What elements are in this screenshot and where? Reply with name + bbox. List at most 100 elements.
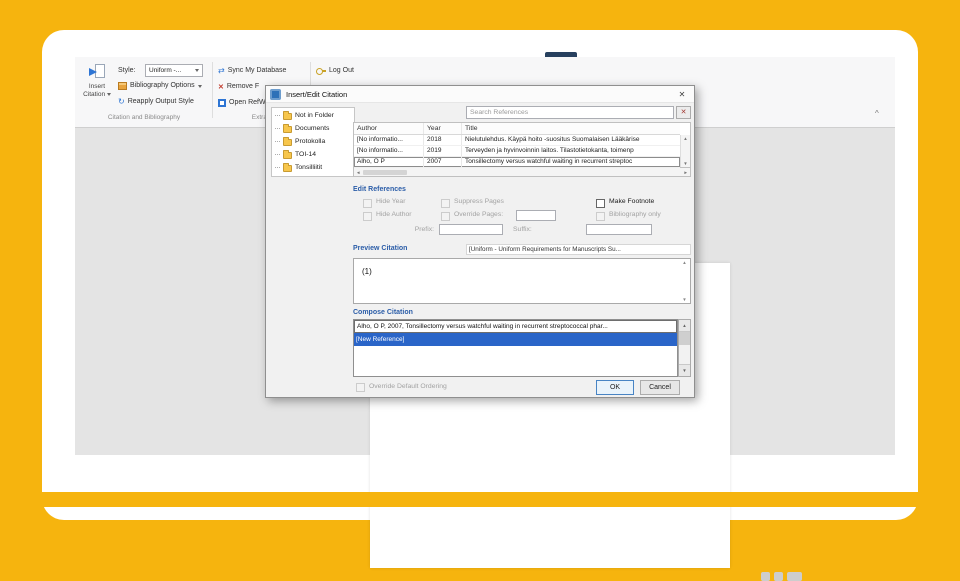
table-horizontal-scrollbar[interactable]: ◄ ► [353, 168, 691, 177]
folder-tree: Not in Folder Documents Protokolla TOI-1… [271, 107, 355, 177]
cell-title: Terveyden ja hyvinvoinnin laitos. Tilast… [465, 147, 634, 154]
override-default-ordering-checkbox [356, 383, 365, 392]
edit-references-label: Edit References [353, 186, 406, 193]
scroll-down-icon[interactable]: ▼ [681, 161, 690, 166]
style-dropdown[interactable]: Uniform -... [145, 64, 203, 77]
table-row[interactable]: [No informatio... 2018 Nielutulehdus. Kä… [354, 135, 680, 146]
override-pages-label: Override Pages: [454, 211, 504, 218]
scrollbar-thumb[interactable] [679, 332, 690, 345]
insert-citation-icon [88, 64, 106, 80]
folder-icon [283, 123, 292, 133]
table-row-selected[interactable]: Alho, O P 2007 Tonsillectomy versus watc… [354, 157, 680, 168]
preview-scrollbar[interactable]: ▲ ▼ [680, 260, 689, 302]
tree-line [275, 167, 280, 168]
make-footnote-label: Make Footnote [609, 198, 655, 205]
scroll-left-icon[interactable]: ◄ [356, 170, 360, 175]
status-icon [787, 572, 802, 581]
hide-author-checkbox [363, 212, 372, 221]
tree-line [275, 128, 280, 129]
folder-icon [283, 136, 292, 146]
group-label-citation-and-bibliography: Citation and Bibliography [107, 114, 181, 121]
close-icon[interactable]: ✕ [670, 86, 694, 103]
cell-year: 2007 [424, 157, 462, 167]
suppress-pages-checkbox [441, 199, 450, 208]
column-header-title[interactable]: Title [462, 123, 680, 134]
scroll-down-icon[interactable]: ▼ [680, 297, 689, 302]
citation-list-item[interactable]: Alho, O P, 2007, Tonsillectomy versus wa… [354, 320, 677, 333]
scroll-up-icon[interactable]: ▲ [681, 136, 690, 141]
prefix-input[interactable] [439, 224, 503, 235]
bibliography-options-button[interactable]: Bibliography Options [118, 81, 202, 91]
status-icons [761, 572, 802, 581]
folder-item-not-in-folder[interactable]: Not in Folder [272, 109, 354, 122]
log-out-button[interactable]: Log Out [316, 66, 354, 76]
tree-line [275, 154, 280, 155]
folder-label: Not in Folder [295, 112, 334, 119]
table-row[interactable]: [No informatio... 2019 Terveyden ja hyvi… [354, 146, 680, 157]
folder-item-toi-14[interactable]: TOI-14 [272, 148, 354, 161]
scroll-down-icon[interactable]: ▼ [679, 364, 690, 376]
sync-icon: ⇄ [218, 66, 225, 75]
cell-author: [No informatio... [354, 146, 424, 156]
folder-icon [283, 162, 292, 172]
make-footnote-checkbox[interactable] [596, 199, 605, 208]
table-vertical-scrollbar[interactable]: ▲ ▼ [680, 135, 690, 167]
preview-style-field[interactable]: [Uniform - Uniform Requirements for Manu… [466, 244, 691, 255]
scroll-up-icon[interactable]: ▲ [679, 320, 690, 332]
refresh-icon: ↻ [118, 97, 125, 106]
cell-title: Tonsillectomy versus watchful waiting in… [465, 158, 633, 165]
preview-citation-text: (1) [362, 267, 372, 276]
tree-line [275, 141, 280, 142]
tree-line [275, 115, 280, 116]
column-header-year[interactable]: Year [424, 123, 462, 134]
preview-citation-box: (1) ▲ ▼ [353, 258, 691, 304]
column-header-author[interactable]: Author [354, 123, 424, 134]
sync-my-database-button[interactable]: ⇄ Sync My Database [218, 66, 286, 76]
reference-table: Author Year Title [No informatio... 2018… [353, 122, 691, 168]
suffix-input[interactable] [586, 224, 652, 235]
cell-year: 2018 [424, 135, 462, 145]
folder-item-protokolla[interactable]: Protokolla [272, 135, 354, 148]
scroll-right-icon[interactable]: ► [684, 170, 688, 175]
table-header-row: Author Year Title [354, 123, 680, 135]
status-icon [774, 572, 783, 581]
book-icon [118, 82, 127, 90]
compose-vertical-scrollbar[interactable]: ▲ ▼ [678, 319, 691, 377]
collapse-ribbon-icon[interactable]: ^ [875, 109, 879, 118]
scrollbar-thumb[interactable] [363, 169, 408, 175]
open-refworks-button[interactable]: Open RefW [218, 98, 266, 108]
folder-item-tonsilliitit[interactable]: Tonsilliitit [272, 161, 354, 174]
sync-my-database-label: Sync My Database [227, 67, 287, 74]
remove-field-codes-label: Remove F [226, 83, 260, 90]
clear-search-icon[interactable]: ✕ [676, 106, 691, 119]
style-dropdown-value: Uniform -... [149, 67, 182, 74]
folder-item-documents[interactable]: Documents [272, 122, 354, 135]
citation-list-item-selected[interactable]: [New Reference] [354, 333, 677, 346]
insert-citation-button[interactable]: Insert Citation [77, 62, 117, 120]
dialog-title-bar[interactable]: Insert/Edit Citation ✕ [266, 86, 694, 103]
folder-icon [283, 149, 292, 159]
insert-citation-label-line1: Insert [88, 83, 106, 90]
cell-author: [No informatio... [354, 135, 424, 145]
dropdown-caret-icon [106, 93, 111, 96]
suppress-pages-label: Suppress Pages [454, 198, 504, 205]
override-pages-input[interactable] [516, 210, 556, 221]
suffix-label: Suffix: [513, 226, 532, 233]
scrollbar-track[interactable] [679, 345, 690, 364]
cancel-button[interactable]: Cancel [640, 380, 680, 395]
reapply-output-style-button[interactable]: ↻ Reapply Output Style [118, 97, 194, 107]
scroll-up-icon[interactable]: ▲ [680, 260, 689, 265]
search-input[interactable] [466, 106, 674, 119]
key-icon [316, 67, 326, 76]
ok-button[interactable]: OK [596, 380, 634, 395]
override-pages-checkbox [441, 212, 450, 221]
folder-label: Tonsilliitit [295, 164, 323, 171]
hide-year-checkbox [363, 199, 372, 208]
cell-title: Nielutulehdus. Käypä hoito -suositus Suo… [465, 136, 640, 143]
dialog-title: Insert/Edit Citation [286, 90, 348, 99]
insert-citation-label-line2: Citation [83, 91, 106, 98]
folder-icon [283, 110, 292, 120]
bibliography-options-label: Bibliography Options [130, 82, 195, 89]
remove-field-codes-button[interactable]: ✕ Remove F [218, 82, 259, 92]
prefix-label: Prefix: [414, 226, 434, 233]
